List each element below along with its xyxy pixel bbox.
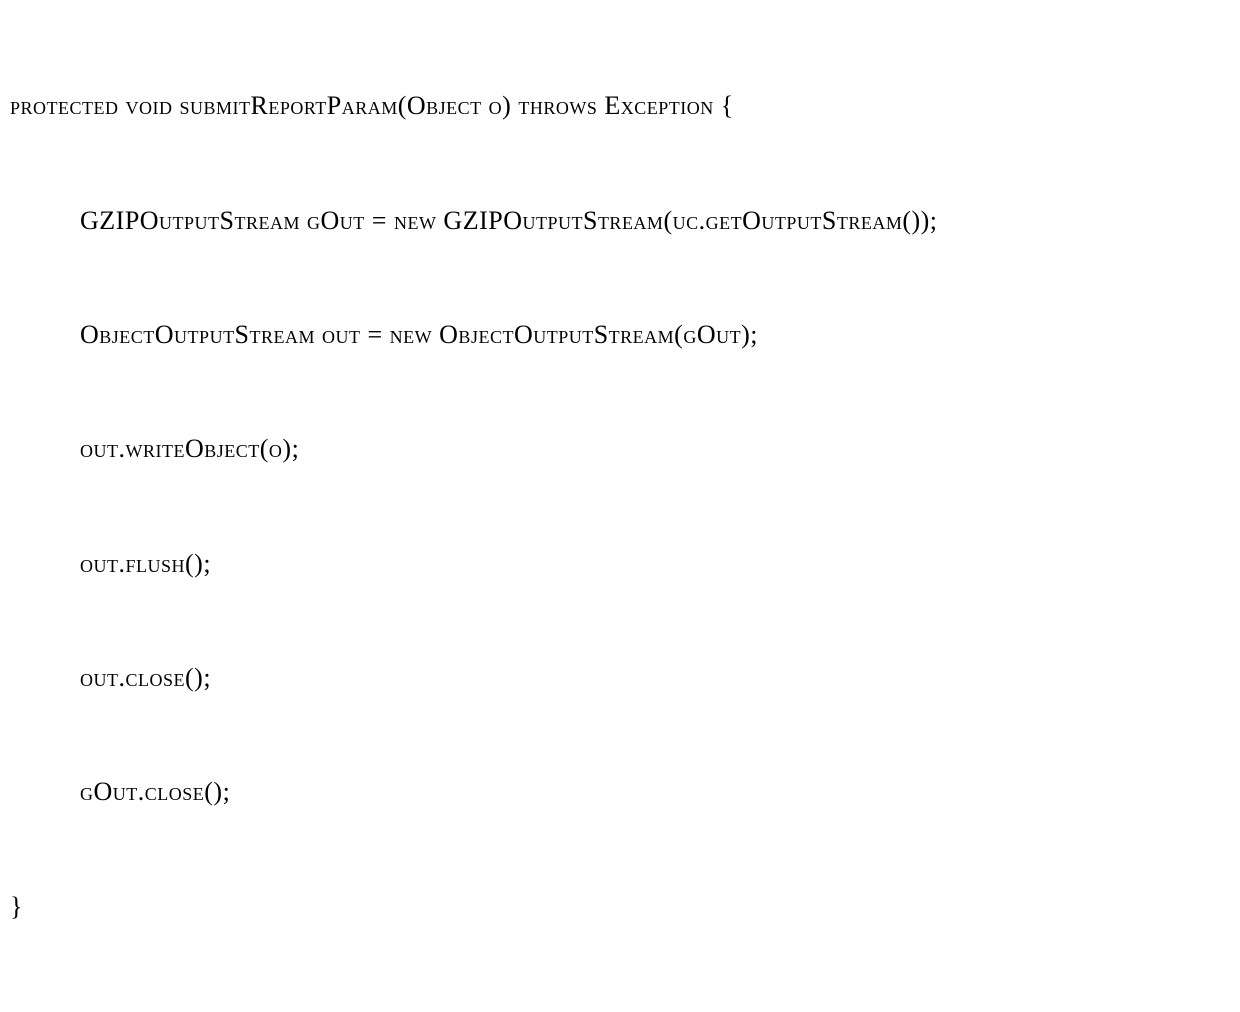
code-block: protected void submitReportParam(Object … <box>0 0 1240 1012</box>
code-line: ObjectOutputStream out = new ObjectOutpu… <box>10 306 1230 363</box>
code-line: gOut.close(); <box>10 763 1230 820</box>
code-line: protected void submitReportParam(Object … <box>10 77 1230 134</box>
code-line: out.flush(); <box>10 535 1230 592</box>
code-line: out.close(); <box>10 649 1230 706</box>
code-line: out.writeObject(o); <box>10 420 1230 477</box>
code-line: GZIPOutputStream gOut = new GZIPOutputSt… <box>10 192 1230 249</box>
code-line: } <box>10 878 1230 935</box>
